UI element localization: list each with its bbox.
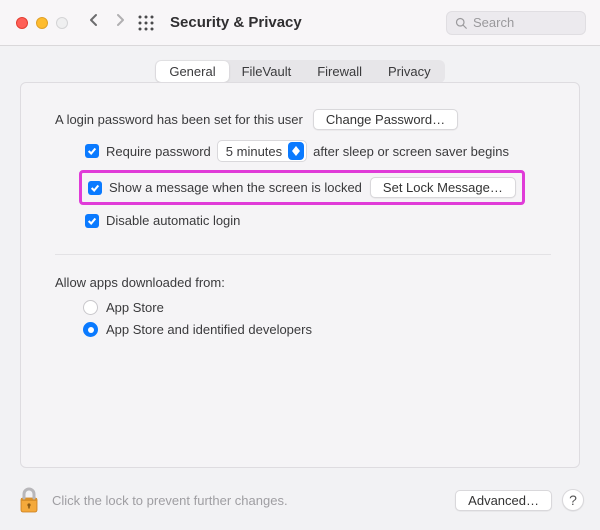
window-title: Security & Privacy (170, 14, 302, 31)
require-password-delay-value: 5 minutes (226, 144, 282, 159)
allow-apps-option-label: App Store and identified developers (106, 322, 312, 337)
radio-icon (83, 300, 98, 315)
check-icon (87, 146, 97, 156)
show-message-label: Show a message when the screen is locked (109, 180, 362, 195)
require-password-suffix: after sleep or screen saver begins (313, 144, 509, 159)
minimize-window-button[interactable] (36, 17, 48, 29)
close-window-button[interactable] (16, 17, 28, 29)
allow-apps-label: Allow apps downloaded from: (55, 275, 551, 290)
help-button[interactable]: ? (562, 489, 584, 511)
show-all-icon[interactable] (138, 15, 154, 31)
advanced-button[interactable]: Advanced… (455, 490, 552, 511)
window-controls (16, 17, 68, 29)
back-button[interactable] (86, 12, 102, 33)
tab-filevault[interactable]: FileVault (229, 61, 305, 82)
allow-apps-option-appstore[interactable]: App Store (83, 300, 551, 315)
set-lock-message-button[interactable]: Set Lock Message… (370, 177, 516, 198)
login-password-row: A login password has been set for this u… (55, 109, 551, 130)
nav-arrows (86, 12, 128, 33)
window-toolbar: Security & Privacy Search (0, 0, 600, 46)
show-message-row: Show a message when the screen is locked… (79, 170, 525, 205)
preferences-content: General FileVault Firewall Privacy A log… (0, 46, 600, 530)
disable-auto-login-label: Disable automatic login (106, 213, 240, 228)
require-password-label: Require password (106, 144, 211, 159)
check-icon (87, 216, 97, 226)
radio-icon (83, 322, 98, 337)
require-password-checkbox[interactable] (85, 144, 99, 158)
check-icon (90, 183, 100, 193)
require-password-delay-select[interactable]: 5 minutes (217, 140, 307, 162)
search-input[interactable]: Search (446, 11, 586, 35)
allow-apps-option-label: App Store (106, 300, 164, 315)
lock-icon[interactable] (16, 485, 42, 515)
stepper-icon (288, 142, 304, 160)
disable-auto-login-checkbox[interactable] (85, 214, 99, 228)
section-divider (55, 254, 551, 255)
require-password-row: Require password 5 minutes after sleep o… (85, 140, 551, 162)
lock-hint-text: Click the lock to prevent further change… (52, 493, 445, 508)
tab-firewall[interactable]: Firewall (304, 61, 375, 82)
disable-auto-login-row: Disable automatic login (85, 213, 551, 228)
tab-privacy[interactable]: Privacy (375, 61, 444, 82)
search-icon (455, 17, 467, 29)
tab-general[interactable]: General (156, 61, 228, 82)
tab-bar: General FileVault Firewall Privacy (20, 60, 580, 83)
general-panel: A login password has been set for this u… (20, 82, 580, 468)
footer: Click the lock to prevent further change… (0, 475, 600, 529)
zoom-window-button[interactable] (56, 17, 68, 29)
show-message-checkbox[interactable] (88, 181, 102, 195)
search-placeholder: Search (473, 15, 514, 30)
change-password-button[interactable]: Change Password… (313, 109, 458, 130)
login-password-text: A login password has been set for this u… (55, 112, 303, 127)
allow-apps-option-identified[interactable]: App Store and identified developers (83, 322, 551, 337)
forward-button[interactable] (112, 12, 128, 33)
